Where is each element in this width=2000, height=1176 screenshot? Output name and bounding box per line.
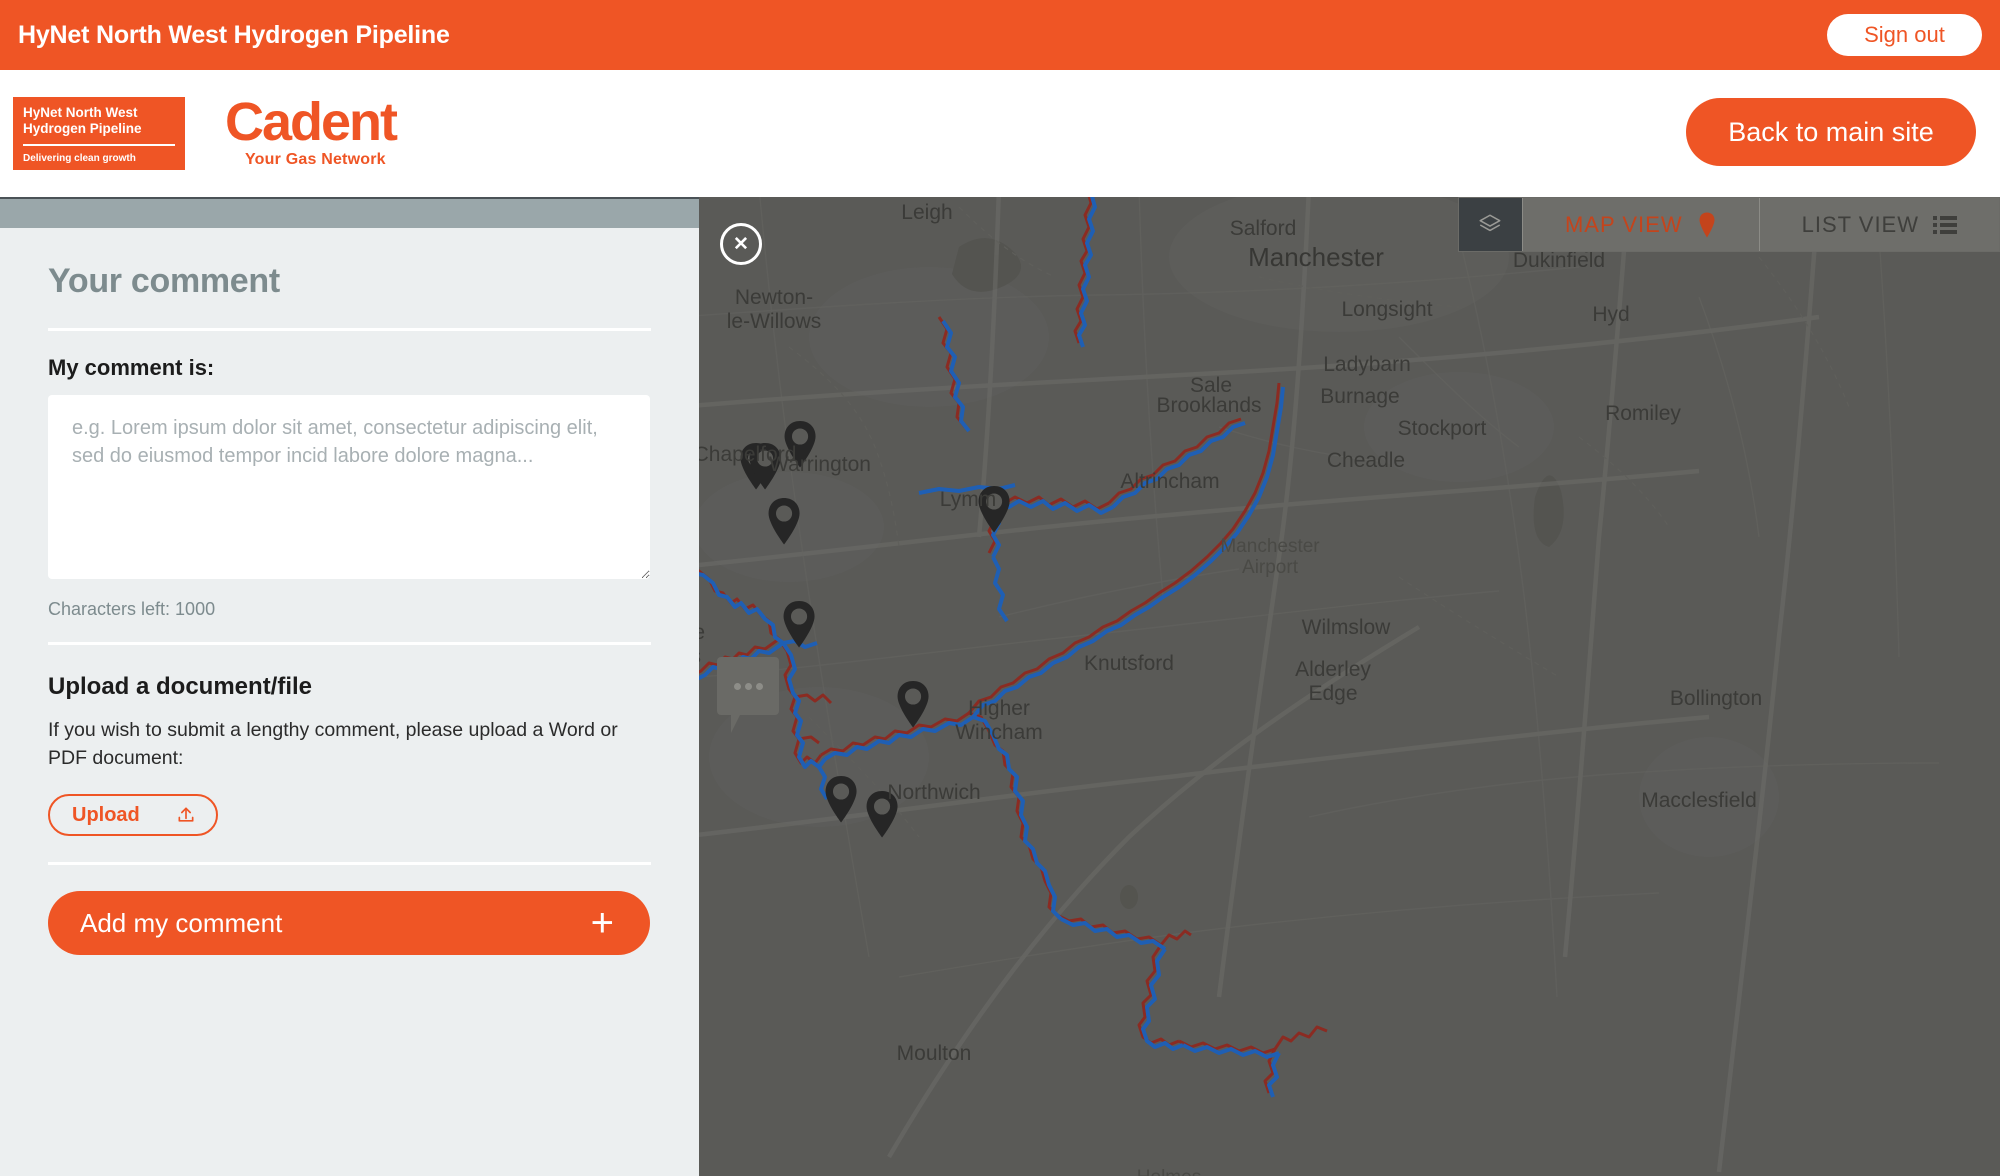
sign-out-button[interactable]: Sign out	[1827, 14, 1982, 56]
app-title: HyNet North West Hydrogen Pipeline	[18, 20, 450, 49]
upload-button[interactable]: Upload	[48, 794, 218, 837]
layers-icon[interactable]	[1458, 198, 1522, 251]
upload-section-title: Upload a document/file	[48, 673, 313, 700]
add-comment-button[interactable]: Add my comment +	[48, 891, 650, 956]
divider-bottom	[48, 862, 651, 866]
map-container[interactable]: .road { stroke:#6d6d69; fill:none; } .ro…	[699, 197, 2000, 1176]
panel-title: Your comment	[48, 262, 280, 300]
panel-top-bar	[0, 199, 699, 228]
map-pin-icon	[1697, 212, 1717, 238]
upload-section-description: If you wish to submit a lengthy comment,…	[48, 719, 618, 769]
chat-dot	[744, 682, 752, 690]
upload-button-label: Upload	[72, 803, 140, 826]
comment-field-label: My comment is:	[48, 355, 215, 380]
tab-map-view[interactable]: MAP VIEW	[1521, 198, 1759, 251]
cadent-wordmark: Cadent	[225, 91, 398, 152]
tab-list-view-label: LIST VIEW	[1801, 211, 1919, 237]
upload-arrow-icon	[176, 805, 196, 825]
comment-input[interactable]	[48, 395, 650, 579]
hynet-logo-line1: HyNet North West	[23, 105, 138, 120]
cadent-tagline: Your Gas Network	[245, 151, 386, 169]
divider-middle	[48, 642, 651, 645]
divider-top	[48, 328, 651, 331]
comment-panel: Your comment My comment is: Characters l…	[0, 197, 699, 1176]
list-icon	[1933, 215, 1957, 235]
map-canvas: .road { stroke:#6d6d69; fill:none; } .ro…	[699, 197, 2000, 1176]
add-comment-label: Add my comment	[80, 907, 283, 938]
chat-dot	[755, 682, 763, 690]
hynet-logo: HyNet North West Hydrogen Pipeline Deliv…	[13, 97, 185, 170]
chat-bubble-tail	[731, 713, 741, 733]
back-to-main-site-button[interactable]: Back to main site	[1686, 98, 1976, 166]
cadent-logo: Cadent Your Gas Network	[225, 91, 398, 170]
chat-dot	[733, 682, 741, 690]
brand-bar: HyNet North West Hydrogen Pipeline Deliv…	[0, 70, 2000, 197]
plus-icon: +	[590, 901, 614, 946]
map-view-controls: MAP VIEW LIST VIEW	[1457, 197, 2000, 252]
hynet-logo-rule	[23, 144, 175, 147]
app-header: HyNet North West Hydrogen Pipeline Sign …	[0, 0, 2000, 70]
tab-map-view-label: MAP VIEW	[1564, 211, 1683, 237]
comment-form: Your comment My comment is: Characters l…	[0, 228, 699, 956]
close-icon[interactable]: ✕	[720, 223, 762, 265]
hynet-logo-tagline: Delivering clean growth	[23, 153, 136, 164]
chat-bubble-icon[interactable]	[717, 657, 779, 715]
characters-left-counter: Characters left: 1000	[48, 599, 216, 619]
tab-list-view[interactable]: LIST VIEW	[1758, 198, 1999, 251]
chat-dots	[733, 682, 763, 690]
hynet-logo-line2: Hydrogen Pipeline	[23, 120, 142, 136]
